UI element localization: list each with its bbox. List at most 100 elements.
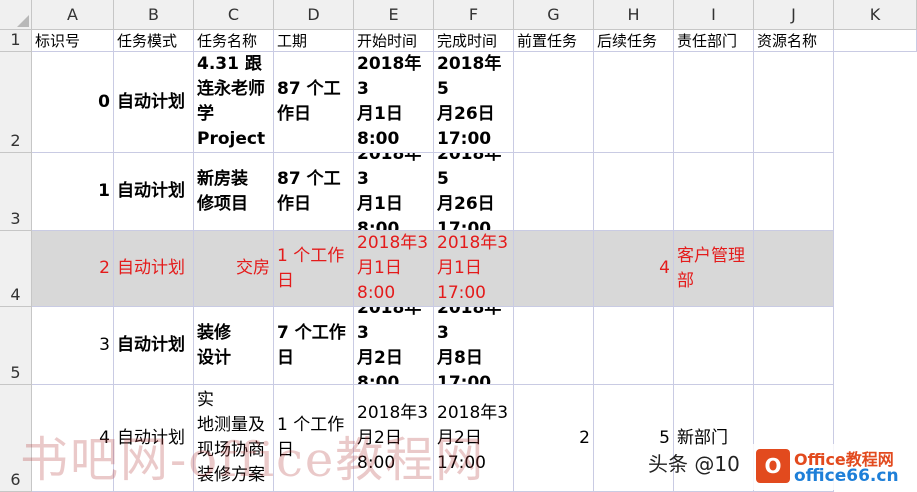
cell-h2[interactable] (594, 52, 674, 153)
cell-c2[interactable]: 4.31 跟 连永老师 学 Project (194, 52, 274, 153)
header-department: 责任部门 (677, 31, 738, 50)
cell-h5[interactable] (594, 307, 674, 385)
select-all-corner[interactable] (0, 0, 32, 30)
header-successors: 后续任务 (597, 31, 658, 50)
cell-g3[interactable] (514, 153, 594, 231)
cell-j4[interactable] (754, 231, 834, 307)
cell-h3[interactable] (594, 153, 674, 231)
cell-c1[interactable]: 任务名称 (194, 30, 274, 52)
header-finish: 完成时间 (437, 31, 498, 50)
cell-i3[interactable] (674, 153, 754, 231)
cell-a2[interactable]: 0 (32, 52, 114, 153)
row-header-2[interactable]: 2 (0, 52, 32, 153)
cell-b1[interactable]: 任务模式 (114, 30, 194, 52)
cell-a5[interactable]: 3 (32, 307, 114, 385)
logo-domain: office66.cn (794, 466, 899, 486)
cell-i1[interactable]: 责任部门 (674, 30, 754, 52)
row-header-5[interactable]: 5 (0, 307, 32, 385)
header-start: 开始时间 (357, 31, 418, 50)
cell-g2[interactable] (514, 52, 594, 153)
cell-text: 2018年5 月26日 17:00 (437, 54, 502, 149)
cell-i2[interactable] (674, 52, 754, 153)
cell-text: 0 (98, 91, 110, 112)
cell-g4[interactable] (514, 231, 594, 307)
cell-c5[interactable]: 装修 设计 (194, 307, 274, 385)
cell-f1[interactable]: 完成时间 (434, 30, 514, 52)
cell-k1[interactable] (834, 30, 917, 52)
cell-j3[interactable] (754, 153, 834, 231)
cell-i5[interactable] (674, 307, 754, 385)
header-task-name: 任务名称 (197, 31, 258, 50)
cell-b3[interactable]: 自动计划 (114, 153, 194, 231)
cell-text: 自动计划 (117, 335, 185, 355)
cell-a3[interactable]: 1 (32, 153, 114, 231)
cell-g5[interactable] (514, 307, 594, 385)
header-task-mode: 任务模式 (117, 31, 178, 50)
cell-text: 2018年3 月1日 17:00 (437, 233, 509, 303)
cell-j5[interactable] (754, 307, 834, 385)
cell-i4[interactable]: 客户管理 部 (674, 231, 754, 307)
cell-e1[interactable]: 开始时间 (354, 30, 434, 52)
row-header-1[interactable]: 1 (0, 30, 32, 52)
cell-text: 自动计划 (117, 258, 185, 278)
column-header-i[interactable]: I (674, 0, 754, 30)
author-watermark: 头条 @10 (648, 452, 740, 476)
column-header-c[interactable]: C (194, 0, 274, 30)
cell-j2[interactable] (754, 52, 834, 153)
cell-j1[interactable]: 资源名称 (754, 30, 834, 52)
column-header-d[interactable]: D (274, 0, 354, 30)
cell-h1[interactable]: 后续任务 (594, 30, 674, 52)
column-header-b[interactable]: B (114, 0, 194, 30)
cell-d4[interactable]: 1 个工作 日 (274, 231, 354, 307)
cell-d2[interactable]: 87 个工 作日 (274, 52, 354, 153)
cell-b2[interactable]: 自动计划 (114, 52, 194, 153)
header-id: 标识号 (35, 31, 81, 50)
cell-h4[interactable]: 4 (594, 231, 674, 307)
cell-a4[interactable]: 2 (32, 231, 114, 307)
cell-f5[interactable]: 2018年3 月8日 17:00 (434, 307, 514, 385)
cell-text: 客户管理 部 (677, 245, 745, 291)
cell-a1[interactable]: 标识号 (32, 30, 114, 52)
spreadsheet: A B C D E F G H I J K 1 2 3 4 5 6 标识号 任务… (0, 0, 917, 492)
column-header-a[interactable]: A (32, 0, 114, 30)
cell-c4[interactable]: 交房 (194, 231, 274, 307)
cell-e4[interactable]: 2018年3 月1日 8:00 (354, 231, 434, 307)
cell-f2[interactable]: 2018年5 月26日 17:00 (434, 52, 514, 153)
cell-e3[interactable]: 2018年3 月1日 8:00 (354, 153, 434, 231)
cell-text: 4.31 跟 连永老师 学 Project (197, 54, 266, 149)
cell-d1[interactable]: 工期 (274, 30, 354, 52)
cell-b5[interactable]: 自动计划 (114, 307, 194, 385)
cell-d3[interactable]: 87 个工 作日 (274, 153, 354, 231)
column-header-f[interactable]: F (434, 0, 514, 30)
site-watermark: 书吧网-office教程网 (20, 432, 486, 488)
cell-text: 交房 (236, 258, 270, 278)
row-header-4[interactable]: 4 (0, 231, 32, 307)
column-header-e[interactable]: E (354, 0, 434, 30)
cell-e5[interactable]: 2018年3 月2日 8:00 (354, 307, 434, 385)
column-header-j[interactable]: J (754, 0, 834, 30)
cell-text: 5 (659, 427, 670, 448)
cell-b4[interactable]: 自动计划 (114, 231, 194, 307)
column-header-k[interactable]: K (834, 0, 917, 30)
cell-f3[interactable]: 2018年5 月26日 17:00 (434, 153, 514, 231)
cell-c3[interactable]: 新房装 修项目 (194, 153, 274, 231)
cell-g6[interactable]: 2 (514, 385, 594, 492)
cell-text: 1 个工作 日 (277, 245, 345, 291)
cell-text: 1 (98, 181, 110, 201)
cell-text: 2018年3 月1日 8:00 (357, 153, 422, 231)
cell-text: 2018年3 月8日 17:00 (437, 307, 502, 385)
column-header-h[interactable]: H (594, 0, 674, 30)
row-header-3[interactable]: 3 (0, 153, 32, 231)
column-header-g[interactable]: G (514, 0, 594, 30)
cell-text: 2 (579, 427, 590, 448)
cell-text: 2018年3 月1日 8:00 (357, 233, 429, 303)
cell-g1[interactable]: 前置任务 (514, 30, 594, 52)
cell-f4[interactable]: 2018年3 月1日 17:00 (434, 231, 514, 307)
cell-text: 4 (659, 258, 670, 278)
cell-text: 新部门 (677, 427, 728, 448)
cell-e2[interactable]: 2018年3 月1日 8:00 (354, 52, 434, 153)
cell-d5[interactable]: 7 个工作 日 (274, 307, 354, 385)
header-duration: 工期 (277, 31, 308, 50)
cell-text: 装修 设计 (197, 322, 231, 368)
cell-text: 自动计划 (117, 91, 185, 112)
